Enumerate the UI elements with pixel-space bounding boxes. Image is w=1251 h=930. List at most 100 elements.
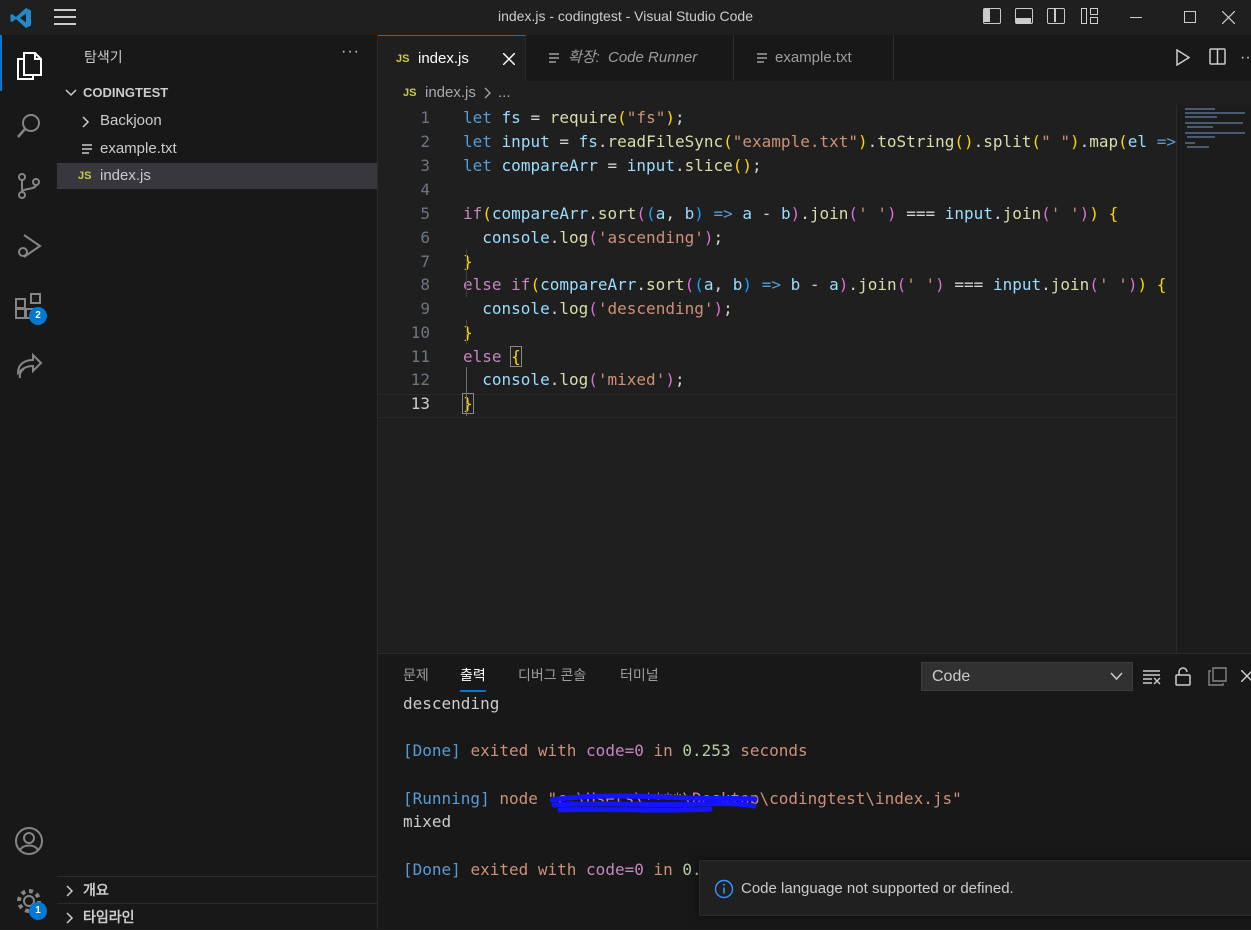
line-number: 11 — [410, 347, 430, 366]
code-text: else if(compareArr.sort((a, b) => b - a)… — [463, 275, 1167, 294]
code-line-13[interactable]: 13} — [378, 392, 1176, 416]
remote-share-icon[interactable] — [0, 338, 57, 394]
code-line-7[interactable]: 7} — [378, 250, 1176, 274]
breadcrumb-file[interactable]: index.js — [425, 81, 476, 105]
js-file-icon: JS — [78, 170, 92, 182]
redaction-scribble — [550, 793, 758, 813]
extensions-badge: 2 — [29, 307, 47, 325]
tab-code-runner[interactable]: 확장: Code Runner — [526, 35, 734, 81]
tree-item-example-txt[interactable]: example.txt — [57, 136, 377, 162]
folder-root-label: CODINGTEST — [83, 85, 169, 100]
chevron-right-icon — [66, 885, 74, 897]
tab-example-txt[interactable]: example.txt — [734, 35, 894, 81]
code-line-10[interactable]: 10} — [378, 321, 1176, 345]
panel-tab-debug-console[interactable]: 디버그 콘솔 — [518, 654, 586, 696]
tree-item-label: index.js — [100, 167, 151, 184]
code-text: console.log('mixed'); — [482, 370, 685, 389]
code-text: let fs = require("fs"); — [463, 108, 685, 127]
code-line-11[interactable]: 11 else { — [378, 345, 1176, 369]
split-editor-icon[interactable] — [1209, 48, 1226, 65]
folder-root-codingtest[interactable]: CODINGTEST — [57, 80, 377, 106]
more-actions-icon[interactable]: ·· — [1240, 49, 1251, 67]
code-line-8[interactable]: 8 else if(compareArr.sort((a, b) => b - a… — [378, 273, 1176, 297]
preview-file-icon — [549, 53, 559, 63]
close-window-button[interactable] — [1205, 0, 1251, 35]
activity-bar: 2 1 — [0, 35, 57, 929]
section-outline[interactable]: 개요 — [57, 876, 377, 903]
settings-badge: 1 — [29, 902, 47, 920]
code-line-12[interactable]: 12 console.log('mixed'); — [378, 368, 1176, 392]
line-number: 2 — [420, 132, 430, 151]
output-channel-value: Code — [932, 668, 971, 685]
minimize-button[interactable] — [1113, 0, 1159, 35]
chevron-right-icon — [82, 116, 90, 128]
code-line-6[interactable]: 6 console.log('ascending'); — [378, 226, 1176, 250]
close-panel-icon[interactable] — [1241, 670, 1251, 682]
tree-item-label: Backjoon — [100, 112, 162, 129]
code-line-1[interactable]: 1 let fs = require("fs"); — [378, 106, 1176, 130]
code-editor[interactable]: 1 let fs = require("fs"); 2 let input = fs… — [378, 105, 1251, 653]
line-number: 4 — [420, 180, 430, 199]
info-icon — [714, 879, 734, 899]
source-control-icon[interactable] — [0, 158, 57, 214]
code-text: } — [462, 393, 474, 414]
text-file-icon — [757, 53, 767, 63]
line-number: 5 — [420, 204, 430, 223]
code-text: if(compareArr.sort((a, b) => a - b).join… — [463, 204, 1119, 223]
tree-item-index-js[interactable]: JS index.js — [57, 163, 377, 189]
line-number: 12 — [410, 370, 430, 389]
editor-tabs: JS index.js 확장: Code Runner example.txt … — [378, 35, 1251, 81]
accounts-icon[interactable] — [0, 813, 57, 869]
code-line-9[interactable]: 9 console.log('descending'); — [378, 297, 1176, 321]
chevron-right-icon — [66, 912, 74, 924]
output-line: [Done] exited with code=0 in 0. — [403, 860, 702, 879]
code-text: let compareArr = input.slice(); — [463, 156, 762, 175]
code-line-5[interactable]: 5 if(compareArr.sort((a, b) => a - b).joi… — [378, 202, 1176, 226]
tree-item-label: example.txt — [100, 140, 177, 157]
extensions-icon[interactable]: 2 — [0, 278, 57, 334]
line-number: 9 — [420, 299, 430, 318]
minimap[interactable] — [1176, 105, 1251, 653]
chevron-down-icon — [1110, 672, 1123, 681]
code-text: } — [463, 323, 473, 342]
code-line-2[interactable]: 2 let input = fs.readFileSync("example.tx… — [378, 130, 1176, 154]
tree-item-backjoon[interactable]: Backjoon — [57, 108, 377, 134]
indent-guide — [466, 249, 467, 297]
toggle-primary-sidebar-icon[interactable] — [983, 8, 1001, 24]
section-timeline[interactable]: 타임라인 — [57, 903, 377, 930]
search-icon[interactable] — [0, 98, 57, 154]
toggle-panel-icon[interactable] — [1015, 8, 1033, 24]
customize-layout-icon[interactable] — [1081, 8, 1099, 26]
more-actions-icon[interactable]: ··· — [341, 43, 360, 61]
run-debug-icon[interactable] — [0, 218, 57, 274]
explorer-icon[interactable] — [0, 38, 57, 94]
breadcrumb-symbol[interactable]: ... — [498, 81, 511, 105]
panel-tab-problems[interactable]: 문제 — [403, 654, 429, 696]
code-line-3[interactable]: 3 let compareArr = input.slice(); — [378, 154, 1176, 178]
close-tab-icon[interactable] — [503, 53, 515, 65]
clear-output-icon[interactable] — [1143, 669, 1161, 685]
settings-gear-icon[interactable]: 1 — [0, 873, 57, 929]
code-text: let input = fs.readFileSync("example.txt… — [463, 132, 1176, 151]
panel-tab-output[interactable]: 출력 — [460, 654, 486, 696]
run-code-icon[interactable] — [1176, 49, 1190, 66]
tab-index-js[interactable]: JS index.js — [378, 35, 526, 81]
chevron-down-icon — [65, 89, 77, 97]
code-text: console.log('ascending'); — [482, 228, 724, 247]
output-channel-select[interactable]: Code — [921, 662, 1133, 691]
line-number: 1 — [420, 108, 430, 127]
code-text: else { — [463, 346, 522, 367]
js-file-icon: JS — [396, 53, 410, 65]
code-line-4[interactable]: 4 — [378, 178, 1176, 202]
lock-scroll-icon[interactable] — [1175, 667, 1191, 686]
sidebar-title: 탐색기 — [84, 49, 123, 65]
toggle-secondary-sidebar-icon[interactable] — [1047, 8, 1065, 24]
line-number: 10 — [410, 323, 430, 342]
line-number: 7 — [420, 252, 430, 271]
panel-tab-terminal[interactable]: 터미널 — [620, 654, 659, 696]
section-label: 개요 — [83, 882, 109, 898]
notification-toast[interactable]: Code language not supported or defined. — [699, 860, 1251, 916]
open-output-editor-icon[interactable] — [1208, 667, 1227, 686]
text-file-icon — [82, 144, 92, 154]
js-file-icon: JS — [403, 87, 417, 99]
